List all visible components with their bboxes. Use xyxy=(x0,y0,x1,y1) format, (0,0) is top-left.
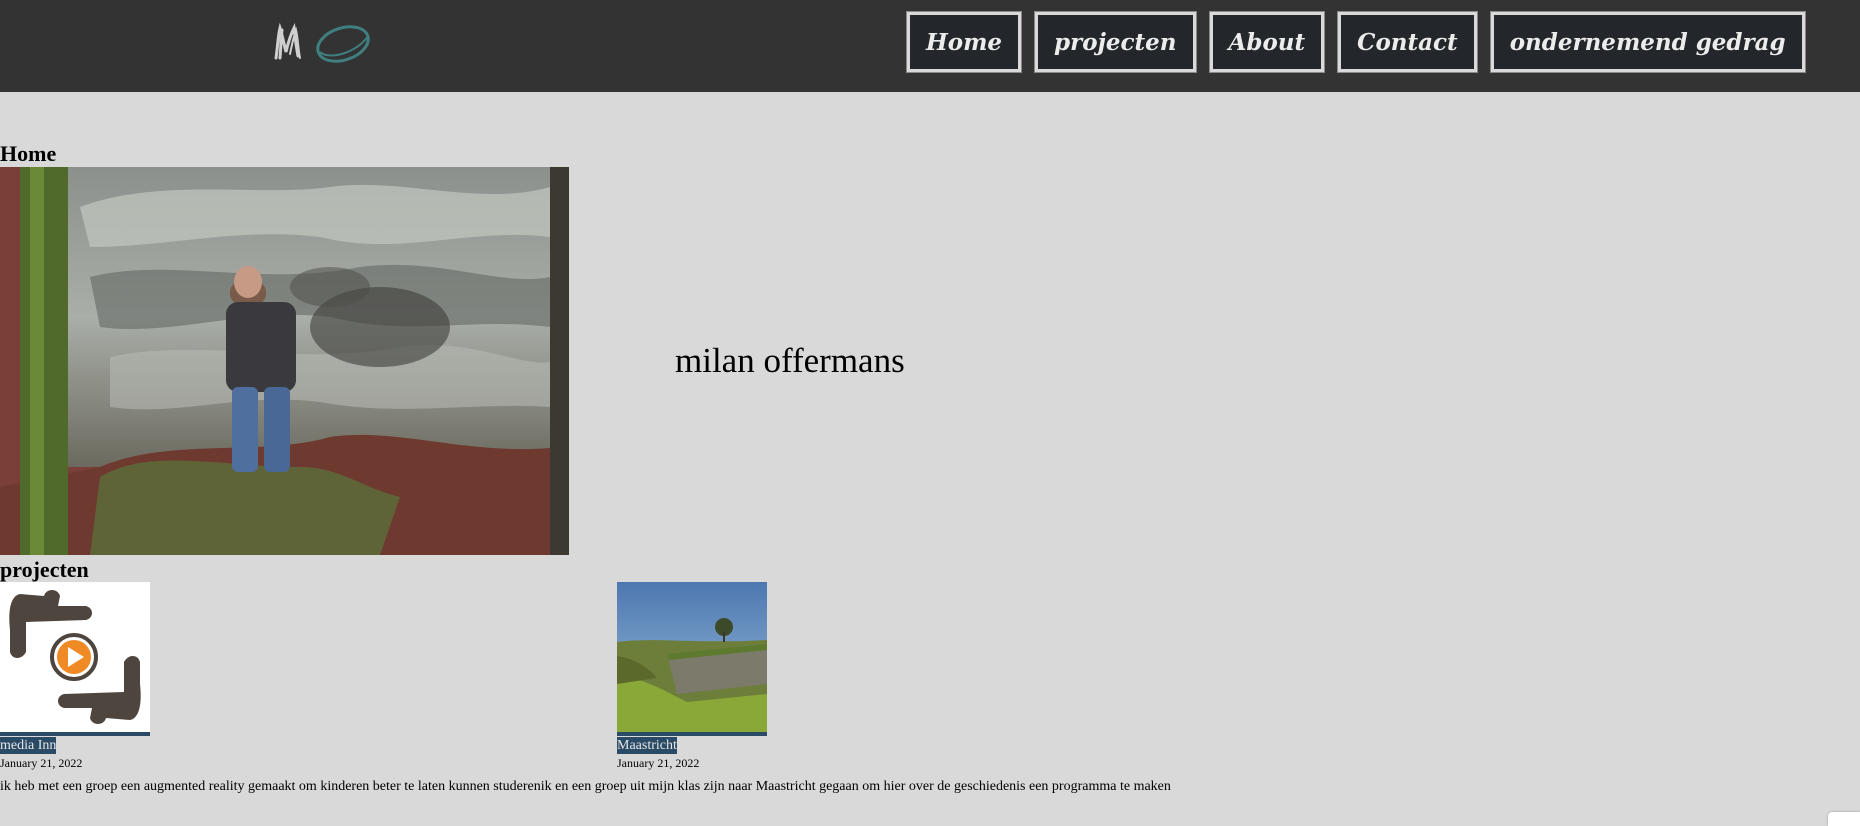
logo[interactable] xyxy=(268,14,378,70)
main-nav: Home projecten About Contact ondernemend… xyxy=(905,11,1806,73)
project-card[interactable]: media Inn January 21, 2022 xyxy=(0,582,150,771)
portrait-photo xyxy=(0,167,569,555)
nav-home-button[interactable]: Home xyxy=(905,11,1023,73)
project-card[interactable]: Maastricht January 21, 2022 xyxy=(617,582,767,771)
projecten-heading: projecten xyxy=(0,557,89,582)
project-date: January 21, 2022 xyxy=(617,756,700,770)
hands-play-icon[interactable] xyxy=(0,582,150,736)
nav-about-button[interactable]: About xyxy=(1208,11,1326,73)
project-title[interactable]: Maastricht xyxy=(617,737,677,754)
site-header: Home projecten About Contact ondernemend… xyxy=(0,0,1860,92)
fortress-photo[interactable] xyxy=(617,582,767,736)
site-owner-name: milan offermans xyxy=(675,341,905,380)
nav-contact-button[interactable]: Contact xyxy=(1337,11,1478,73)
recaptcha-badge[interactable] xyxy=(1828,812,1860,826)
home-heading: Home xyxy=(0,141,57,166)
project-date: January 21, 2022 xyxy=(0,756,83,770)
projects-description: ik heb met een groep een augmented reali… xyxy=(0,779,1171,794)
nav-ondernemend-gedrag-button[interactable]: ondernemend gedrag xyxy=(1489,11,1806,73)
nav-projecten-button[interactable]: projecten xyxy=(1034,11,1197,73)
project-title[interactable]: media Inn xyxy=(0,737,57,754)
